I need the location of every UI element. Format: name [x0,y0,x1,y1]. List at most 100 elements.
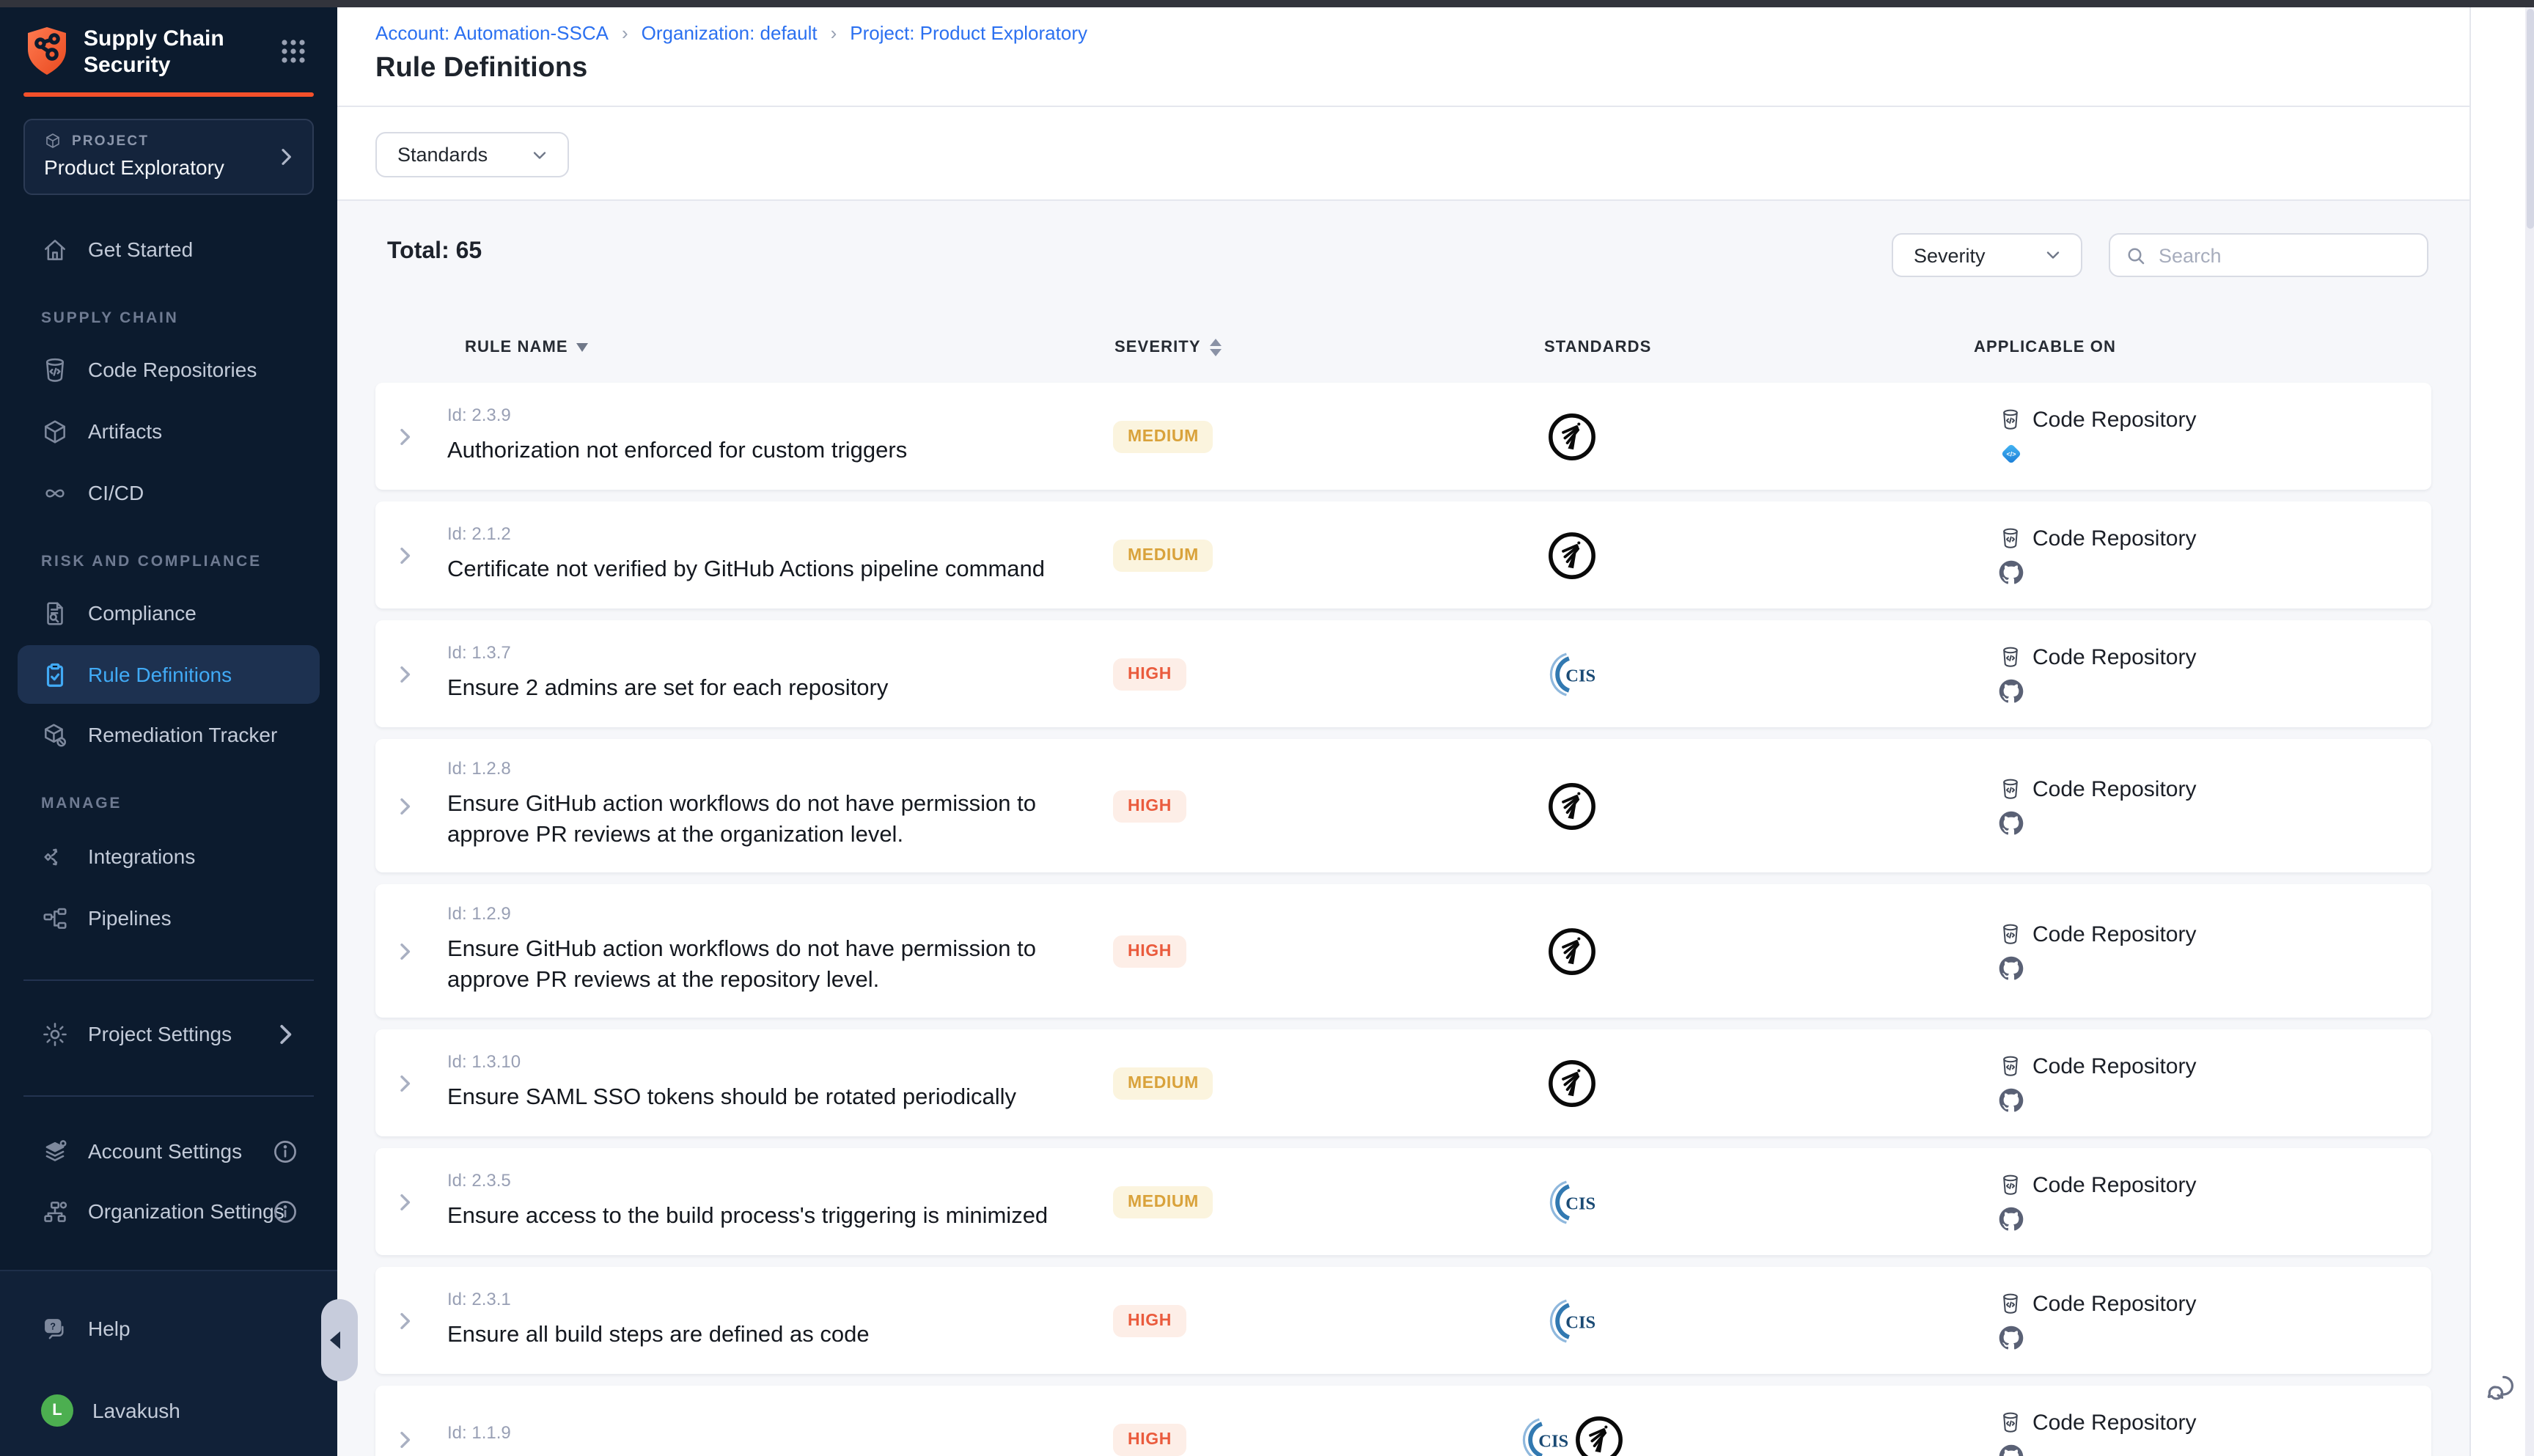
rule-row[interactable]: Id: 2.3.1 Ensure all build steps are def… [375,1267,2431,1374]
sidebar-item-remediation-tracker[interactable]: Remediation Tracker [18,705,320,764]
github-icon [1999,810,2196,835]
sidebar-item-get-started[interactable]: Get Started [18,220,320,279]
sidebar-collapse-handle[interactable] [321,1299,358,1381]
github-icon [1999,1325,2196,1350]
expand-row-icon[interactable] [393,1071,416,1095]
cis-icon: CIS [1546,1295,1598,1346]
code-repository-icon [1999,1411,2022,1434]
rule-row[interactable]: Id: 1.2.8 Ensure GitHub action workflows… [375,739,2431,872]
applicable-label: Code Repository [2032,1172,2196,1197]
applicable-cell: Code Repository [1999,644,2196,703]
rule-definitions-clipboard-icon [41,661,69,688]
sidebar-item-label: Rule Definitions [88,663,232,686]
sidebar-item-label: Integrations [88,845,195,868]
owasp-icon [1546,1057,1598,1108]
main-content: Account: Automation-SSCA › Organization:… [337,7,2469,1456]
severity-dropdown[interactable]: Severity [1892,233,2082,277]
expand-row-icon[interactable] [393,794,416,817]
rule-row[interactable]: Id: 2.3.9 Authorization not enforced for… [375,383,2431,490]
rule-row[interactable]: Id: 1.1.9 HIGH CIS Code Repository [375,1386,2431,1456]
sort-desc-icon [577,343,589,352]
applicable-label: Code Repository [2032,776,2196,801]
project-selector[interactable]: PROJECT Product Exploratory [23,119,314,195]
chevron-right-icon [271,1020,299,1048]
expand-row-icon[interactable] [393,1309,416,1332]
standards-dropdown[interactable]: Standards [375,132,569,177]
scrollbar[interactable] [2525,0,2534,1456]
rule-row[interactable]: Id: 2.3.5 Ensure access to the build pro… [375,1148,2431,1255]
applicable-label: Code Repository [2032,407,2196,432]
scs-shield-logo-icon [23,25,70,78]
standards-cell: CIS [1546,648,1598,699]
sidebar-item-rule-definitions[interactable]: Rule Definitions [18,645,320,704]
section-label-risk-compliance: RISK AND COMPLIANCE [41,553,262,570]
svg-text:CIS: CIS [1538,1430,1568,1450]
search-box[interactable] [2109,233,2428,277]
breadcrumb-project[interactable]: Project: Product Exploratory [850,22,1087,44]
applicable-label: Code Repository [2032,1291,2196,1316]
code-repository-icon [1999,408,2022,431]
breadcrumb-separator: › [622,22,628,44]
breadcrumb-account[interactable]: Account: Automation-SSCA [375,22,609,44]
sidebar-item-cicd[interactable]: CI/CD [18,463,320,522]
sidebar-item-organization-settings[interactable]: Organization Settings [18,1182,320,1240]
sort-icon [1210,339,1222,356]
svg-text:?: ? [50,1320,56,1331]
integrations-share-icon [41,842,69,870]
expand-row-icon[interactable] [393,424,416,448]
sidebar-item-label: Pipelines [88,906,172,930]
sidebar-item-artifacts[interactable]: Artifacts [18,402,320,460]
applicable-label: Code Repository [2032,922,2196,946]
sidebar-item-account-settings[interactable]: Account Settings [18,1122,320,1180]
info-icon[interactable] [271,1137,299,1165]
rule-row[interactable]: Id: 1.3.10 Ensure SAML SSO tokens should… [375,1029,2431,1136]
sidebar-item-code-repositories[interactable]: Code Repositories [18,340,320,399]
column-header-rule-name[interactable]: RULE NAME [465,339,589,356]
search-input[interactable] [2159,244,2412,266]
rule-id: Id: 2.3.9 [447,404,907,424]
rule-name: Authorization not enforced for custom tr… [447,435,907,466]
chat-help-icon[interactable] [2482,1371,2517,1406]
sidebar-item-compliance[interactable]: Compliance [18,584,320,642]
github-icon [1999,559,2196,584]
owasp-icon [1546,780,1598,831]
sidebar-item-help[interactable]: ? Help [18,1299,320,1358]
sidebar-item-user[interactable]: L Lavakush [18,1381,320,1440]
rule-id: Id: 2.3.5 [447,1169,1048,1190]
rule-row[interactable]: Id: 2.1.2 Certificate not verified by Gi… [375,501,2431,608]
rule-row[interactable]: Id: 1.3.7 Ensure 2 admins are set for ea… [375,620,2431,727]
applicable-label: Code Repository [2032,644,2196,669]
rule-row[interactable]: Id: 1.2.9 Ensure GitHub action workflows… [375,884,2431,1018]
expand-row-icon[interactable] [393,543,416,567]
brand-title: Supply Chain Security [84,26,242,79]
severity-badge: HIGH [1113,658,1186,690]
sidebar-item-pipelines[interactable]: Pipelines [18,889,320,947]
standards-cell [1546,529,1598,581]
sidebar-divider [23,1095,314,1097]
column-header-severity[interactable]: SEVERITY [1114,339,1222,356]
module-grid-icon[interactable] [279,37,308,66]
expand-row-icon[interactable] [393,939,416,963]
severity-badge: MEDIUM [1113,539,1213,571]
severity-badge: HIGH [1113,935,1186,967]
scrollbar-thumb[interactable] [2526,9,2533,229]
severity-badge: HIGH [1113,790,1186,822]
project-name: Product Exploratory [44,155,224,179]
total-count: Total: 65 [387,239,482,265]
sidebar-item-project-settings[interactable]: Project Settings [18,1004,320,1063]
sidebar-item-integrations[interactable]: Integrations [18,827,320,886]
cis-icon: CIS [1546,648,1598,699]
expand-row-icon[interactable] [393,1190,416,1213]
severity-dropdown-label: Severity [1914,244,1986,266]
page-title: Rule Definitions [375,53,2469,85]
github-icon [1999,955,2196,980]
right-margin-strip [2469,7,2525,1456]
remediation-box-icon [41,721,69,749]
expand-row-icon[interactable] [393,1427,416,1451]
code-repository-icon [1999,1054,2022,1078]
rule-id: Id: 1.2.8 [447,758,1092,779]
info-icon[interactable] [271,1197,299,1225]
breadcrumb-organization[interactable]: Organization: default [642,22,818,44]
expand-row-icon[interactable] [393,662,416,685]
compliance-doc-icon [41,599,69,627]
